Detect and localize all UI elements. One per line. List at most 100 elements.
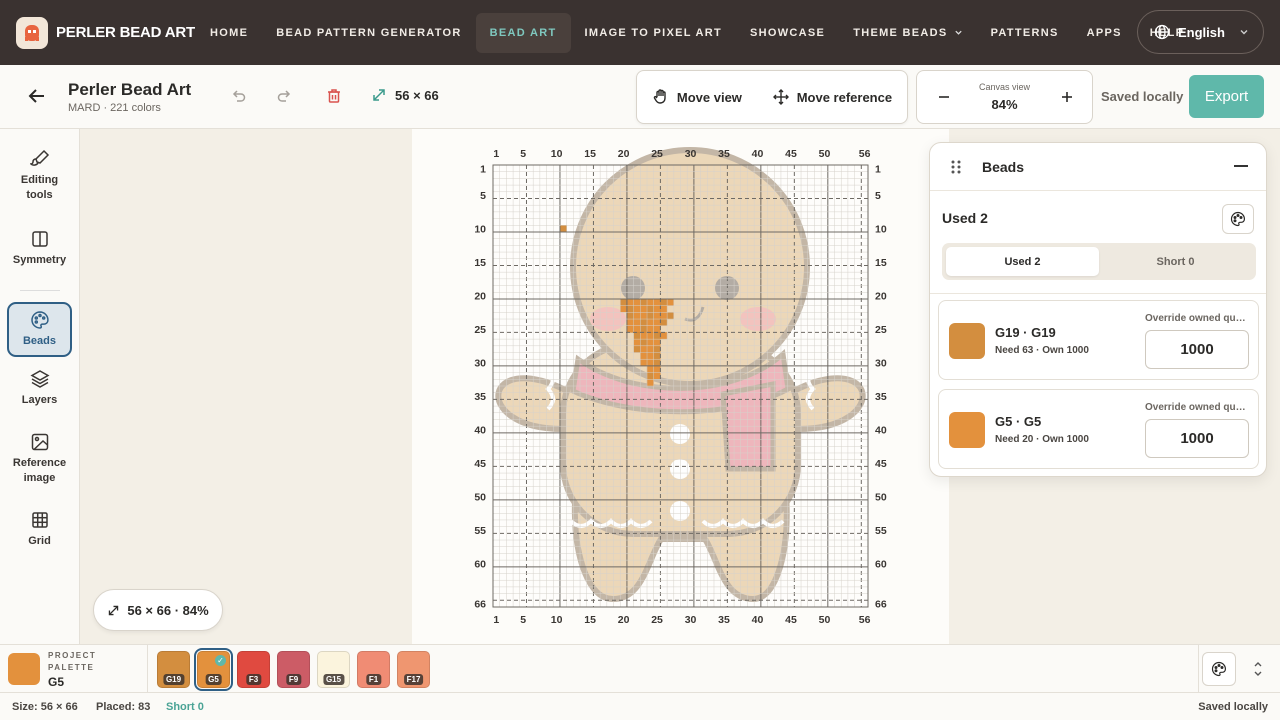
placed-bead[interactable]	[660, 298, 668, 306]
placed-bead[interactable]	[653, 318, 661, 326]
redo-icon[interactable]	[276, 87, 294, 105]
sidebar-item-symmetry[interactable]: Symmetry	[7, 229, 72, 268]
palette-chip-f9[interactable]: F9	[277, 651, 310, 688]
nav-link-theme-beads[interactable]: THEME BEADS	[839, 13, 976, 53]
placed-bead[interactable]	[660, 318, 668, 326]
beads-panel-header[interactable]: Beads	[930, 143, 1266, 191]
placed-bead[interactable]	[646, 365, 654, 373]
placed-bead[interactable]	[640, 298, 648, 306]
palette-chip-g19[interactable]: G19	[157, 651, 190, 688]
placed-bead[interactable]	[646, 352, 654, 360]
placed-bead[interactable]	[640, 338, 648, 346]
placed-bead[interactable]	[653, 305, 661, 313]
export-button[interactable]: Export	[1189, 75, 1264, 118]
brand[interactable]: PERLER BEAD ART	[16, 16, 196, 49]
placed-bead[interactable]	[653, 352, 661, 360]
palette-button[interactable]	[1222, 204, 1254, 234]
sidebar-item-reference[interactable]: Reference image	[7, 432, 72, 486]
palette-chip-g5[interactable]: G5 ✓	[194, 648, 233, 691]
nav-link-bead-art[interactable]: BEAD ART	[475, 12, 571, 53]
placed-bead[interactable]	[633, 345, 641, 353]
palette-chip-g15[interactable]: G15	[317, 651, 350, 688]
placed-bead[interactable]	[653, 332, 661, 340]
placed-bead[interactable]	[653, 338, 661, 346]
placed-bead[interactable]	[640, 332, 648, 340]
sidebar-item-editing[interactable]: Editing tools	[7, 149, 72, 203]
placed-bead[interactable]	[620, 298, 628, 306]
placed-bead[interactable]	[640, 352, 648, 360]
placed-bead[interactable]	[626, 312, 634, 320]
trash-icon[interactable]	[325, 87, 343, 105]
placed-bead[interactable]	[646, 298, 654, 306]
move-reference-button[interactable]: Move reference	[772, 88, 892, 106]
current-color-swatch[interactable]	[8, 653, 40, 685]
nav-link-home[interactable]: HOME	[196, 13, 262, 53]
placed-bead[interactable]	[640, 359, 648, 367]
collapse-icon[interactable]	[1234, 165, 1248, 167]
placed-bead[interactable]	[666, 298, 674, 306]
language-selector[interactable]: English	[1137, 10, 1264, 54]
placed-bead[interactable]	[633, 318, 641, 326]
placed-bead[interactable]	[646, 359, 654, 367]
placed-bead[interactable]	[646, 332, 654, 340]
tab-used[interactable]: Used 2	[946, 247, 1099, 276]
placed-bead[interactable]	[646, 312, 654, 320]
placed-bead[interactable]	[626, 318, 634, 326]
placed-bead[interactable]	[646, 372, 654, 380]
placed-bead[interactable]	[653, 345, 661, 353]
owned-quantity-input[interactable]: 1000	[1145, 330, 1249, 369]
placed-bead[interactable]	[653, 359, 661, 367]
placed-bead[interactable]	[653, 298, 661, 306]
palette-chip-f3[interactable]: F3	[237, 651, 270, 688]
placed-bead[interactable]	[626, 305, 634, 313]
placed-bead[interactable]	[640, 305, 648, 313]
placed-bead[interactable]	[633, 338, 641, 346]
placed-bead[interactable]	[660, 312, 668, 320]
nav-link-showcase[interactable]: SHOWCASE	[736, 13, 839, 53]
placed-bead[interactable]	[653, 312, 661, 320]
zoom-in-icon[interactable]	[1060, 86, 1074, 108]
placed-bead[interactable]	[633, 332, 641, 340]
placed-bead[interactable]	[626, 325, 634, 333]
sidebar-item-grid[interactable]: Grid	[7, 510, 72, 549]
palette-chip-f17[interactable]: F17	[397, 651, 430, 688]
move-view-button[interactable]: Move view	[652, 88, 742, 106]
placed-bead[interactable]	[646, 345, 654, 353]
placed-bead[interactable]	[660, 305, 668, 313]
palette-chip-f1[interactable]: F1	[357, 651, 390, 688]
placed-bead[interactable]	[646, 325, 654, 333]
placed-bead[interactable]	[640, 325, 648, 333]
placed-bead[interactable]	[640, 345, 648, 353]
placed-bead[interactable]	[666, 312, 674, 320]
placed-bead[interactable]	[646, 305, 654, 313]
placed-bead[interactable]	[640, 318, 648, 326]
placed-bead[interactable]	[633, 298, 641, 306]
owned-quantity-input[interactable]: 1000	[1145, 419, 1249, 458]
placed-bead[interactable]	[646, 338, 654, 346]
placed-bead[interactable]	[626, 298, 634, 306]
nav-link-apps[interactable]: APPS	[1073, 13, 1136, 53]
placed-bead[interactable]	[633, 312, 641, 320]
back-arrow-icon[interactable]	[26, 85, 48, 107]
placed-bead[interactable]	[660, 332, 668, 340]
placed-bead[interactable]	[653, 372, 661, 380]
nav-link-patterns[interactable]: PATTERNS	[977, 13, 1073, 53]
drag-handle-icon[interactable]	[950, 159, 962, 175]
sidebar-item-layers[interactable]: Layers	[7, 369, 72, 408]
expand-toggle-icon[interactable]	[1252, 660, 1264, 678]
bead-board[interactable]: 1155101015152020252530303535404045455050…	[413, 129, 948, 644]
sidebar-item-beads[interactable]: Beads	[7, 302, 72, 357]
placed-bead[interactable]	[646, 379, 654, 387]
placed-bead[interactable]	[653, 365, 661, 373]
nav-link-bead-pattern-generator[interactable]: BEAD PATTERN GENERATOR	[262, 13, 475, 53]
palette-picker-button[interactable]	[1202, 652, 1236, 686]
placed-bead[interactable]	[646, 318, 654, 326]
canvas-dimensions[interactable]: 56 × 66	[371, 87, 439, 103]
nav-link-image-to-pixel-art[interactable]: IMAGE TO PIXEL ART	[571, 13, 737, 53]
placed-bead[interactable]	[620, 305, 628, 313]
tab-short[interactable]: Short 0	[1099, 247, 1252, 276]
placed-bead[interactable]	[633, 305, 641, 313]
placed-bead[interactable]	[653, 325, 661, 333]
zoom-chip[interactable]: 56 × 66 · 84%	[93, 589, 223, 631]
placed-bead[interactable]	[640, 312, 648, 320]
